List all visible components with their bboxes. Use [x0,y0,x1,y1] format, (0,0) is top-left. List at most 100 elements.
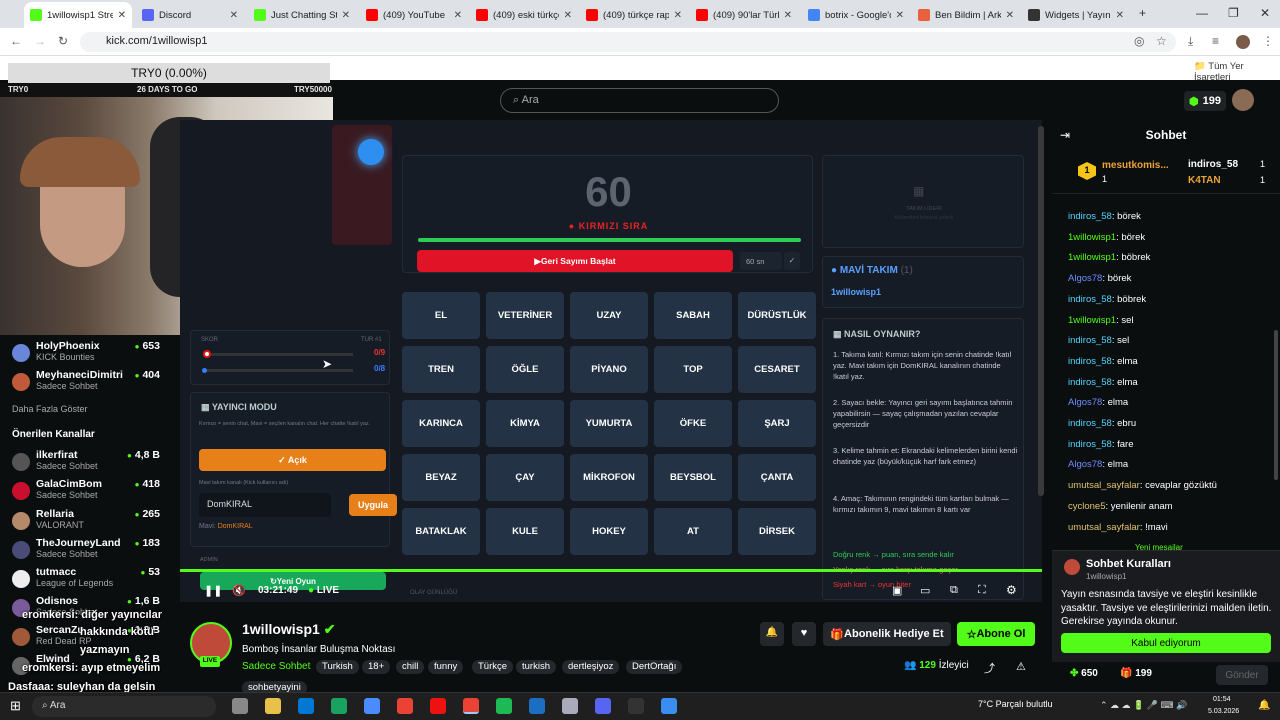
browser-tab[interactable]: Ben Bildim | Arkad ✕ [912,2,1020,28]
notification-icon[interactable]: 🔔 [1258,700,1270,711]
stream-tag[interactable]: turkish [516,660,556,674]
taskbar-app-icon[interactable] [430,698,446,714]
browser-tab[interactable]: Discord ✕ [136,2,244,28]
word-card[interactable]: PİYANO [570,346,648,393]
taskbar-app-icon[interactable] [298,698,314,714]
channel-input[interactable]: DomKIRAL [199,493,331,517]
settings-gear-icon[interactable]: ⚙ [1006,583,1017,597]
tray-icons[interactable]: ⌃ ☁ ☁ 🔋 🎤 ⌨ 🔊 [1100,700,1187,711]
browser-tab[interactable]: (409) eski türkçe ra ✕ [470,2,578,28]
browser-tab[interactable]: (409) YouTube ✕ [360,2,468,28]
bookmark-star-icon[interactable]: ☆ [1156,34,1167,48]
taskbar-time[interactable]: 01:54 [1213,696,1231,703]
tab-close-icon[interactable]: ✕ [118,10,126,21]
tab-close-icon[interactable]: ✕ [896,10,904,21]
word-card[interactable]: ÇAY [486,454,564,501]
chat-username[interactable]: indiros_58 [1068,335,1112,346]
stream-video[interactable]: SKOR TUR #1 0/9 0/8 ▦ YAYINCI MODU Kırmı… [180,120,1042,602]
sidebar-channel[interactable]: RellariaVALORANT 265 [8,508,168,536]
taskbar-app-icon[interactable] [397,698,413,714]
browser-tab[interactable]: Just Chatting Strea ✕ [248,2,356,28]
taskbar-app-icon[interactable] [364,698,380,714]
browser-tab[interactable]: Widgets | Yayınını ✕ [1022,2,1130,28]
word-card[interactable]: EL [402,292,480,339]
seconds-input[interactable]: 60 sn [740,252,782,270]
word-card[interactable]: KİMYA [486,400,564,447]
word-card[interactable]: CESARET [738,346,816,393]
word-card[interactable]: BEYSBOL [654,454,732,501]
mute-icon[interactable]: 🔇 [232,584,246,597]
kick-gifts[interactable]: 🎁 199 [1120,668,1152,679]
word-card[interactable]: ÇANTA [738,454,816,501]
tab-close-icon[interactable]: ✕ [564,10,572,21]
leader-1-name[interactable]: mesutkomis... [1102,160,1169,171]
close-window-button[interactable]: ✕ [1260,6,1270,20]
sidebar-channel[interactable]: HolyPhoenixKICK Bounties 653 [8,340,168,368]
chat-username[interactable]: Algos78 [1068,273,1102,284]
browser-tab[interactable]: 1willowisp1 Strea ✕ [24,2,132,28]
chat-username[interactable]: indiros_58 [1068,418,1112,429]
search-input[interactable]: ⌕ Ara [500,88,779,113]
report-icon[interactable]: ⚠ [1016,660,1026,673]
taskbar-app-icon[interactable] [595,698,611,714]
taskbar-weather[interactable]: 7°C Parçalı bulutlu [978,699,1053,709]
channel-name[interactable]: 1willowisp1 [242,621,320,637]
sidebar-channel[interactable]: tutmaccLeague of Legends 53 [8,566,168,594]
word-card[interactable]: DİRSEK [738,508,816,555]
player-progress-bar[interactable] [180,569,1042,572]
sidebar-channel[interactable]: MeyhaneciDimitriSadece Sohbet 404 [8,369,168,397]
apply-button[interactable]: Uygula [349,494,397,516]
open-toggle-button[interactable]: ✓ Açık [199,449,386,471]
taskbar-app-icon[interactable] [628,698,644,714]
sidebar-channel[interactable]: TheJourneyLandSadece Sohbet 183 [8,537,168,565]
chat-username[interactable]: 1willowisp1 [1068,315,1116,326]
user-avatar[interactable] [1232,89,1254,111]
url-field[interactable]: kick.com/1willowisp1 [80,32,1176,52]
stream-tag[interactable]: funny [428,660,464,674]
chat-username[interactable]: indiros_58 [1068,377,1112,388]
sidebar-channel[interactable]: ilkerfiratSadece Sohbet 4,8 B [8,449,168,477]
leader-2-name[interactable]: indiros_58 [1188,159,1238,170]
tab-close-icon[interactable]: ✕ [674,10,682,21]
accept-rules-button[interactable]: Kabul ediyorum [1061,633,1271,653]
windows-start-icon[interactable]: ⊞ [10,698,21,714]
taskbar-app-icon[interactable] [331,698,347,714]
pause-icon[interactable]: ❚❚ [204,584,222,597]
chat-username[interactable]: umutsal_sayfalar [1068,522,1140,533]
word-card[interactable]: KARINCA [402,400,480,447]
chat-username[interactable]: indiros_58 [1068,356,1112,367]
download-icon[interactable]: ⤓ [1188,34,1193,49]
taskbar-app-icon[interactable] [265,698,281,714]
browser-tab[interactable]: (409) türkçe rap il ✕ [580,2,688,28]
chat-username[interactable]: indiros_58 [1068,439,1112,450]
follow-heart-icon[interactable]: ♥ [792,622,816,646]
forward-icon[interactable]: → [34,34,46,48]
chat-username[interactable]: Algos78 [1068,397,1102,408]
notification-bell-icon[interactable]: 🔔 [760,622,784,646]
browser-tab[interactable]: botrix - Google'da ✕ [802,2,910,28]
word-card[interactable]: VETERİNER [486,292,564,339]
word-card[interactable]: TREN [402,346,480,393]
word-card[interactable]: HOKEY [570,508,648,555]
word-card[interactable]: ŞARJ [738,400,816,447]
stream-tag[interactable]: dertleşiyoz [562,660,620,674]
word-card[interactable]: KULE [486,508,564,555]
word-card[interactable]: ÖFKE [654,400,732,447]
tab-close-icon[interactable]: ✕ [784,10,792,21]
page-scrollbar[interactable] [1038,126,1044,496]
new-tab-button[interactable]: + [1139,6,1146,20]
send-button[interactable]: Gönder [1216,665,1268,685]
start-countdown-button[interactable]: ▶ Geri Sayımı Başlat [417,250,733,272]
gift-subscription-button[interactable]: 🎁 Abonelik Hediye Et [823,622,951,646]
theater-icon[interactable]: ▭ [920,584,930,597]
reload-icon[interactable]: ↻ [58,34,68,48]
word-card[interactable]: SABAH [654,292,732,339]
subscribe-button[interactable]: ☆ Abone Ol [957,622,1035,646]
word-card[interactable]: YUMURTA [570,400,648,447]
chat-username[interactable]: indiros_58 [1068,294,1112,305]
channel-points[interactable]: ✤ 650 [1070,668,1098,679]
tab-close-icon[interactable]: ✕ [1006,10,1014,21]
live-indicator[interactable]: ● LIVE [308,585,339,596]
taskbar-search[interactable]: ⌕ Ara [32,696,216,717]
clip-icon[interactable]: ▣ [892,584,902,597]
